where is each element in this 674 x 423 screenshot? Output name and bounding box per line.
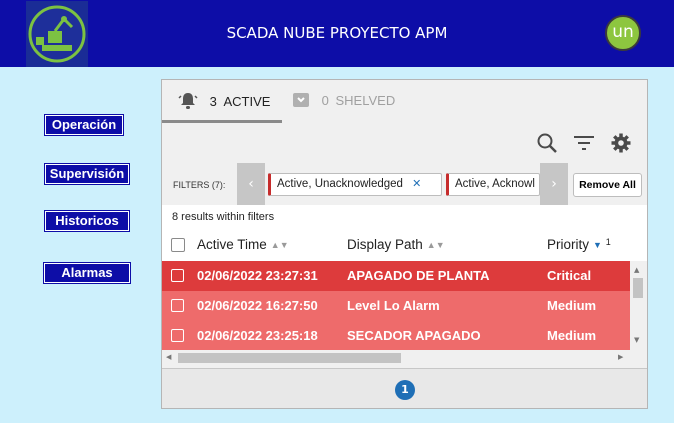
alarm-status-panel: 3 ACTIVE 0 SHELVED FILTERS (7): ‹ Active…	[161, 79, 648, 409]
row-display-path: APAGADO DE PLANTA	[347, 268, 490, 283]
filter-chip-label: Active, Acknowl	[455, 178, 535, 190]
scroll-down-icon[interactable]: ▼	[634, 336, 639, 344]
alarm-tabs: 3 ACTIVE 0 SHELVED	[162, 80, 647, 123]
filter-chip-active-unacknowledged[interactable]: Active, Unacknowledged ✕	[268, 173, 442, 196]
row-active-time: 02/06/2022 23:25:18	[197, 328, 318, 343]
results-count: 8 results within filters	[162, 205, 647, 229]
vertical-scrollbar[interactable]: ▲ ▼	[630, 261, 647, 351]
row-priority: Medium	[547, 298, 597, 313]
tab-active-count: 3	[209, 94, 217, 109]
row-checkbox[interactable]	[171, 329, 184, 342]
tab-active-label: ACTIVE	[223, 94, 271, 109]
filter-icon[interactable]	[573, 132, 595, 154]
page-1-button[interactable]: 1	[395, 380, 415, 400]
row-checkbox[interactable]	[171, 299, 184, 312]
tab-active[interactable]: 3 ACTIVE	[178, 92, 270, 110]
row-priority: Critical	[547, 268, 592, 283]
column-display-path-label: Display Path	[347, 237, 423, 252]
vertical-scroll-thumb[interactable]	[633, 278, 643, 298]
table-row[interactable]: 02/06/2022 23:27:31 APAGADO DE PLANTA Cr…	[162, 261, 630, 291]
column-active-time[interactable]: Active Time ▲▼	[197, 237, 289, 252]
column-priority-label: Priority	[547, 237, 590, 252]
filter-chip-active-acknowledged[interactable]: Active, Acknowl	[446, 173, 540, 196]
sort-icon: ▲▼	[270, 240, 289, 250]
search-icon[interactable]	[536, 132, 558, 154]
remove-all-button[interactable]: Remove All	[573, 173, 642, 197]
row-active-time: 02/06/2022 16:27:50	[197, 298, 318, 313]
table-header: Active Time ▲▼ Display Path ▲▼ Priority ▼ 1	[162, 229, 647, 261]
horizontal-scroll-thumb[interactable]	[178, 353, 401, 363]
nav-alarmas-button[interactable]: Alarmas	[43, 262, 131, 284]
user-badge[interactable]: un	[605, 15, 641, 51]
chevron-right-icon[interactable]: ›	[540, 163, 568, 205]
scroll-up-icon[interactable]: ▲	[634, 266, 639, 274]
table-row[interactable]: 02/06/2022 23:25:18 SECADOR APAGADO Medi…	[162, 321, 630, 351]
row-checkbox[interactable]	[171, 269, 184, 282]
header-bar: SCADA NUBE PROYECTO APM un	[0, 0, 674, 67]
nav-supervision-button[interactable]: Supervisión	[44, 163, 130, 185]
close-icon[interactable]: ✕	[412, 178, 421, 190]
row-display-path: SECADOR APAGADO	[347, 328, 481, 343]
scroll-right-icon[interactable]: ▶	[618, 353, 623, 361]
app-title: SCADA NUBE PROYECTO APM	[226, 24, 448, 42]
sort-order-index: 1	[605, 237, 611, 247]
gear-icon[interactable]	[610, 132, 632, 154]
row-active-time: 02/06/2022 23:27:31	[197, 268, 318, 283]
column-active-time-label: Active Time	[197, 237, 267, 252]
shelve-icon	[293, 93, 309, 107]
filters-bar: FILTERS (7): ‹ Active, Unacknowledged ✕ …	[162, 163, 647, 205]
tab-shelved[interactable]: 0 SHELVED	[292, 92, 395, 108]
nav-historicos-button[interactable]: Historicos	[44, 210, 130, 232]
column-priority[interactable]: Priority ▼ 1	[547, 237, 611, 252]
horizontal-scrollbar[interactable]: ◀ ▶	[162, 350, 630, 366]
pager: 1	[162, 368, 647, 408]
tab-active-underline	[162, 120, 282, 123]
sort-icon: ▲▼	[426, 240, 445, 250]
tab-shelved-count: 0	[321, 93, 329, 108]
chevron-left-icon[interactable]: ‹	[237, 163, 265, 205]
bell-icon	[178, 93, 198, 109]
scroll-left-icon[interactable]: ◀	[166, 353, 171, 361]
row-priority: Medium	[547, 328, 597, 343]
nav-operacion-button[interactable]: Operación	[44, 114, 124, 136]
row-display-path: Level Lo Alarm	[347, 298, 440, 313]
filter-chip-label: Active, Unacknowledged	[277, 178, 403, 190]
column-display-path[interactable]: Display Path ▲▼	[347, 237, 445, 252]
tab-shelved-label: SHELVED	[335, 93, 396, 108]
filters-label: FILTERS (7):	[173, 180, 226, 190]
sort-desc-icon: ▼	[593, 240, 602, 250]
select-all-checkbox[interactable]	[171, 238, 185, 252]
table-row[interactable]: 02/06/2022 16:27:50 Level Lo Alarm Mediu…	[162, 291, 630, 321]
